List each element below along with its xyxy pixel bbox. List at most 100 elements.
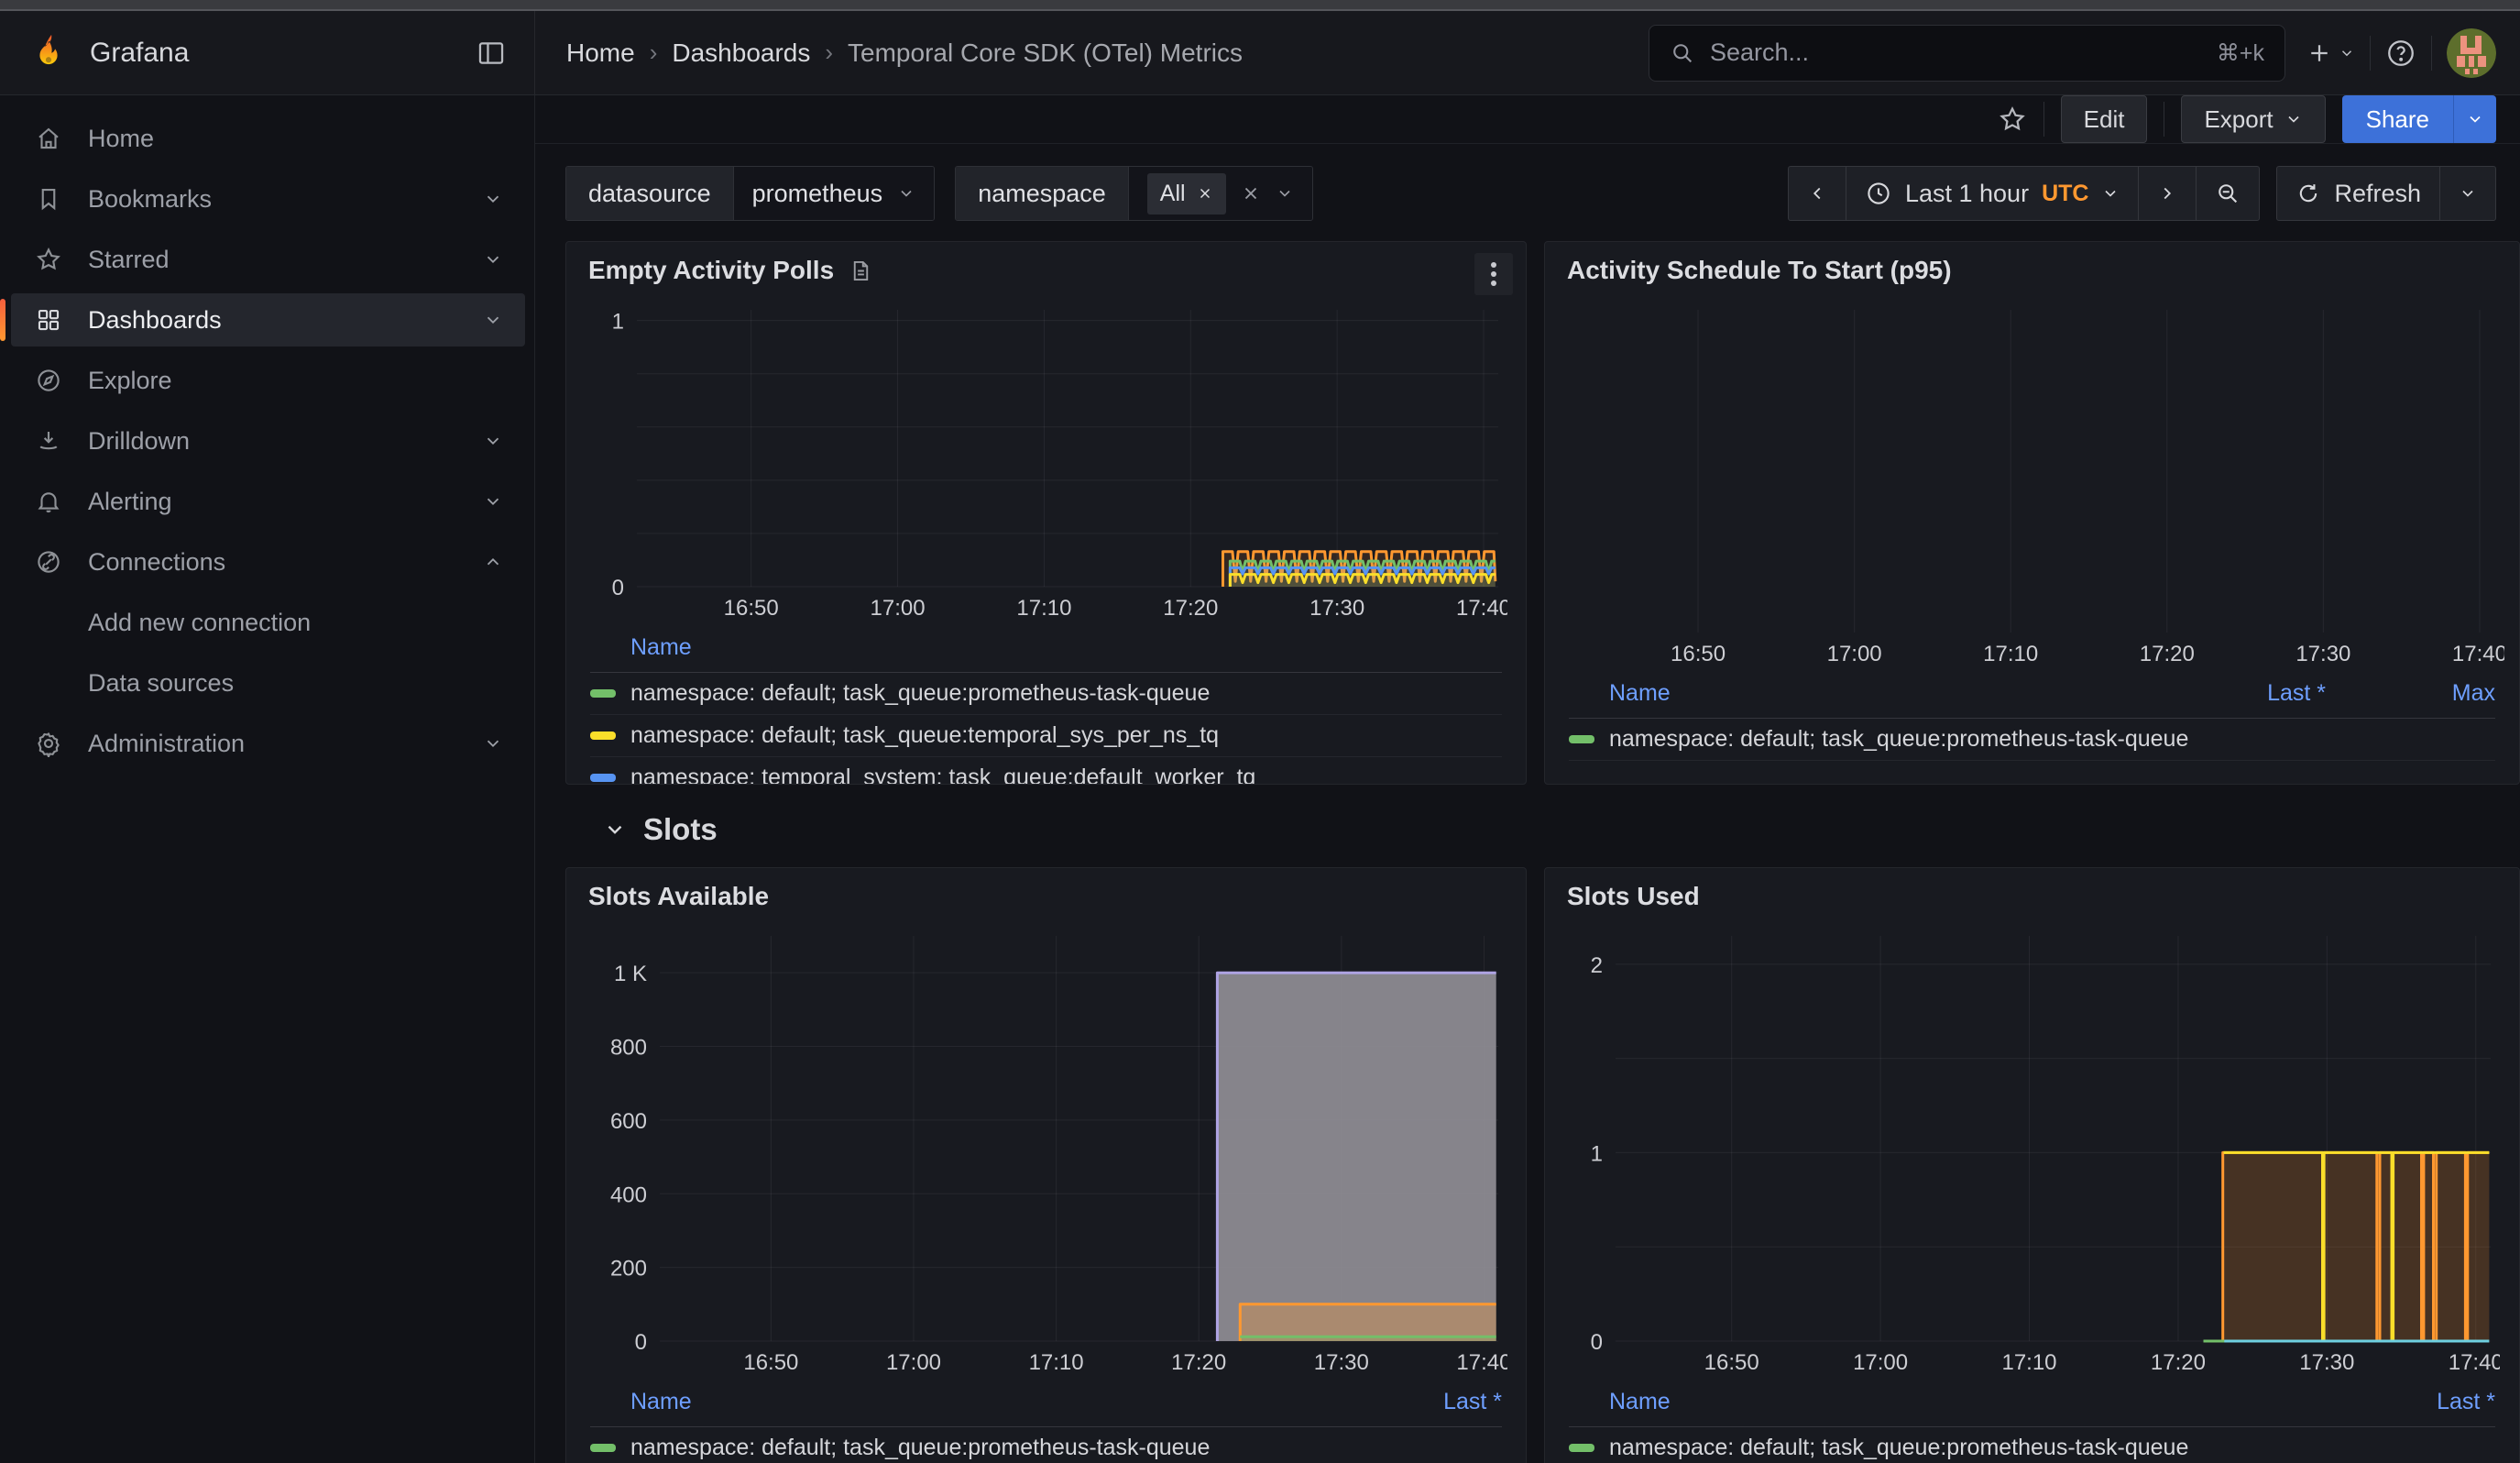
breadcrumb-dashboards[interactable]: Dashboards xyxy=(672,38,810,68)
row-slots-header[interactable]: Slots xyxy=(565,785,2520,867)
add-button[interactable] xyxy=(2306,39,2355,67)
sidebar-item-add-new-connection[interactable]: Add new connection xyxy=(11,596,525,649)
search-placeholder: Search... xyxy=(1710,38,2202,67)
svg-text:0: 0 xyxy=(635,1330,647,1355)
legend-column-header[interactable]: Name xyxy=(630,1389,1332,1415)
sidebar-item-drilldown[interactable]: Drilldown xyxy=(11,414,525,468)
legend-row[interactable]: namespace: default; task_queue:prometheu… xyxy=(1569,719,2495,761)
panel-header[interactable]: Activity Schedule To Start (p95) xyxy=(1545,242,2519,299)
sidebar-item-label: Alerting xyxy=(88,488,172,516)
sidebar-item-connections[interactable]: Connections xyxy=(11,535,525,588)
navbar-brand-section: Grafana xyxy=(0,11,535,94)
sidebar-item-label: Bookmarks xyxy=(88,185,212,214)
legend-column-header[interactable]: Name xyxy=(1609,1389,2326,1415)
sidebar-item-alerting[interactable]: Alerting xyxy=(11,475,525,528)
series-color-dash xyxy=(1569,735,1594,743)
legend-row[interactable]: namespace: default; task_queue:prometheu… xyxy=(590,1427,1502,1463)
time-series-chart[interactable]: 16:5017:0017:1017:2017:3017:4001 xyxy=(586,302,1507,623)
time-series-chart[interactable]: 16:5017:0017:1017:2017:3017:40 xyxy=(1565,302,2504,669)
svg-text:16:50: 16:50 xyxy=(724,596,779,621)
sidebar-item-administration[interactable]: Administration xyxy=(11,717,525,770)
chevron-up-icon[interactable] xyxy=(483,552,503,572)
clock-icon xyxy=(1865,180,1892,207)
time-series-chart[interactable]: 16:5017:0017:1017:2017:3017:40012 xyxy=(1565,929,2500,1378)
datasource-label: datasource xyxy=(566,167,733,220)
panel-menu-button[interactable] xyxy=(1474,253,1513,295)
svg-text:17:20: 17:20 xyxy=(1171,1350,1226,1375)
grafana-logo-icon[interactable] xyxy=(27,32,70,74)
legend-column-header[interactable]: Last * xyxy=(2326,1389,2495,1415)
help-button[interactable] xyxy=(2385,38,2416,69)
svg-text:2: 2 xyxy=(1591,953,1603,978)
star-dashboard-button[interactable] xyxy=(1998,104,2027,134)
legend-column-header[interactable]: Max xyxy=(2326,680,2495,707)
time-range-picker[interactable]: Last 1 hour UTC xyxy=(1846,167,2138,220)
svg-text:17:00: 17:00 xyxy=(1827,642,1882,666)
panel-header[interactable]: Empty Activity Polls xyxy=(566,242,1526,299)
legend-row[interactable]: namespace: temporal_system; task_queue:d… xyxy=(590,757,1502,785)
search-input[interactable]: Search... ⌘+k xyxy=(1649,25,2285,82)
star-icon xyxy=(35,246,64,273)
sidebar-item-dashboards[interactable]: Dashboards xyxy=(11,293,525,346)
zoom-out-time-button[interactable] xyxy=(2196,167,2259,220)
svg-text:17:40: 17:40 xyxy=(2449,1350,2500,1375)
series-color-dash xyxy=(590,774,616,782)
svg-text:200: 200 xyxy=(610,1257,647,1282)
legend-row[interactable]: namespace: default; task_queue:temporal_… xyxy=(590,715,1502,757)
chevron-down-icon[interactable] xyxy=(483,733,503,754)
time-shift-back-button[interactable] xyxy=(1789,167,1846,220)
legend-row[interactable]: namespace: default; task_queue:prometheu… xyxy=(1569,1427,2495,1463)
svg-text:16:50: 16:50 xyxy=(1671,642,1726,666)
svg-text:17:20: 17:20 xyxy=(1163,596,1218,621)
svg-text:17:30: 17:30 xyxy=(1309,596,1364,621)
panel-slots-available: Slots Available 16:5017:0017:1017:2017:3… xyxy=(565,867,1527,1463)
legend-column-header[interactable]: Last * xyxy=(2156,680,2326,707)
svg-text:17:10: 17:10 xyxy=(1029,1350,1084,1375)
drilldown-icon xyxy=(35,427,64,455)
svg-text:1: 1 xyxy=(1591,1141,1603,1166)
series-label: namespace: default; task_queue:prometheu… xyxy=(630,1435,1210,1461)
sidebar-toggle-icon[interactable] xyxy=(476,38,507,69)
chevron-down-icon[interactable] xyxy=(483,189,503,209)
time-series-chart[interactable]: 16:5017:0017:1017:2017:3017:400200400600… xyxy=(586,929,1507,1378)
chevron-down-icon[interactable] xyxy=(483,310,503,330)
namespace-select[interactable]: All xyxy=(1128,167,1312,220)
export-button[interactable]: Export xyxy=(2181,95,2325,143)
refresh-button[interactable]: Refresh xyxy=(2277,167,2439,220)
sidebar-item-home[interactable]: Home xyxy=(11,112,525,165)
legend-column-header[interactable]: Last * xyxy=(1332,1389,1502,1415)
edit-button[interactable]: Edit xyxy=(2061,95,2148,143)
legend-column-header[interactable]: Name xyxy=(1609,680,2156,707)
sidebar-nav: Home Bookmarks Starred Dashboards Explor… xyxy=(0,95,535,1463)
panel-description-icon[interactable] xyxy=(849,258,873,283)
datasource-variable: datasource prometheus xyxy=(565,166,935,221)
refresh-interval-dropdown[interactable] xyxy=(2439,167,2495,220)
share-button[interactable]: Share xyxy=(2342,95,2454,143)
sidebar-item-bookmarks[interactable]: Bookmarks xyxy=(11,172,525,226)
breadcrumb-home[interactable]: Home xyxy=(566,38,635,68)
chevron-down-icon[interactable] xyxy=(483,431,503,451)
chevron-down-icon xyxy=(2284,110,2303,128)
datasource-select[interactable]: prometheus xyxy=(733,167,935,220)
share-dropdown-button[interactable] xyxy=(2454,95,2496,143)
panel-header[interactable]: Slots Used xyxy=(1545,868,2519,925)
svg-text:17:20: 17:20 xyxy=(2140,642,2195,666)
time-shift-forward-button[interactable] xyxy=(2138,167,2196,220)
sidebar-item-explore[interactable]: Explore xyxy=(11,354,525,407)
namespace-chip[interactable]: All xyxy=(1147,173,1226,214)
svg-text:400: 400 xyxy=(610,1182,647,1207)
series-color-dash xyxy=(590,732,616,740)
series-label: namespace: temporal_system; task_queue:d… xyxy=(630,764,1255,785)
sidebar-item-data-sources[interactable]: Data sources xyxy=(11,656,525,710)
svg-text:17:00: 17:00 xyxy=(886,1350,941,1375)
sidebar-item-label: Administration xyxy=(88,730,245,758)
chevron-down-icon[interactable] xyxy=(483,491,503,512)
legend-row[interactable]: namespace: default; task_queue:prometheu… xyxy=(590,673,1502,715)
search-icon xyxy=(1670,40,1695,66)
sidebar-item-starred[interactable]: Starred xyxy=(11,233,525,286)
bell-icon xyxy=(35,488,64,515)
panel-header[interactable]: Slots Available xyxy=(566,868,1526,925)
chevron-down-icon[interactable] xyxy=(483,249,503,270)
user-avatar[interactable] xyxy=(2447,28,2496,78)
legend-column-header[interactable]: Name xyxy=(630,634,1502,661)
